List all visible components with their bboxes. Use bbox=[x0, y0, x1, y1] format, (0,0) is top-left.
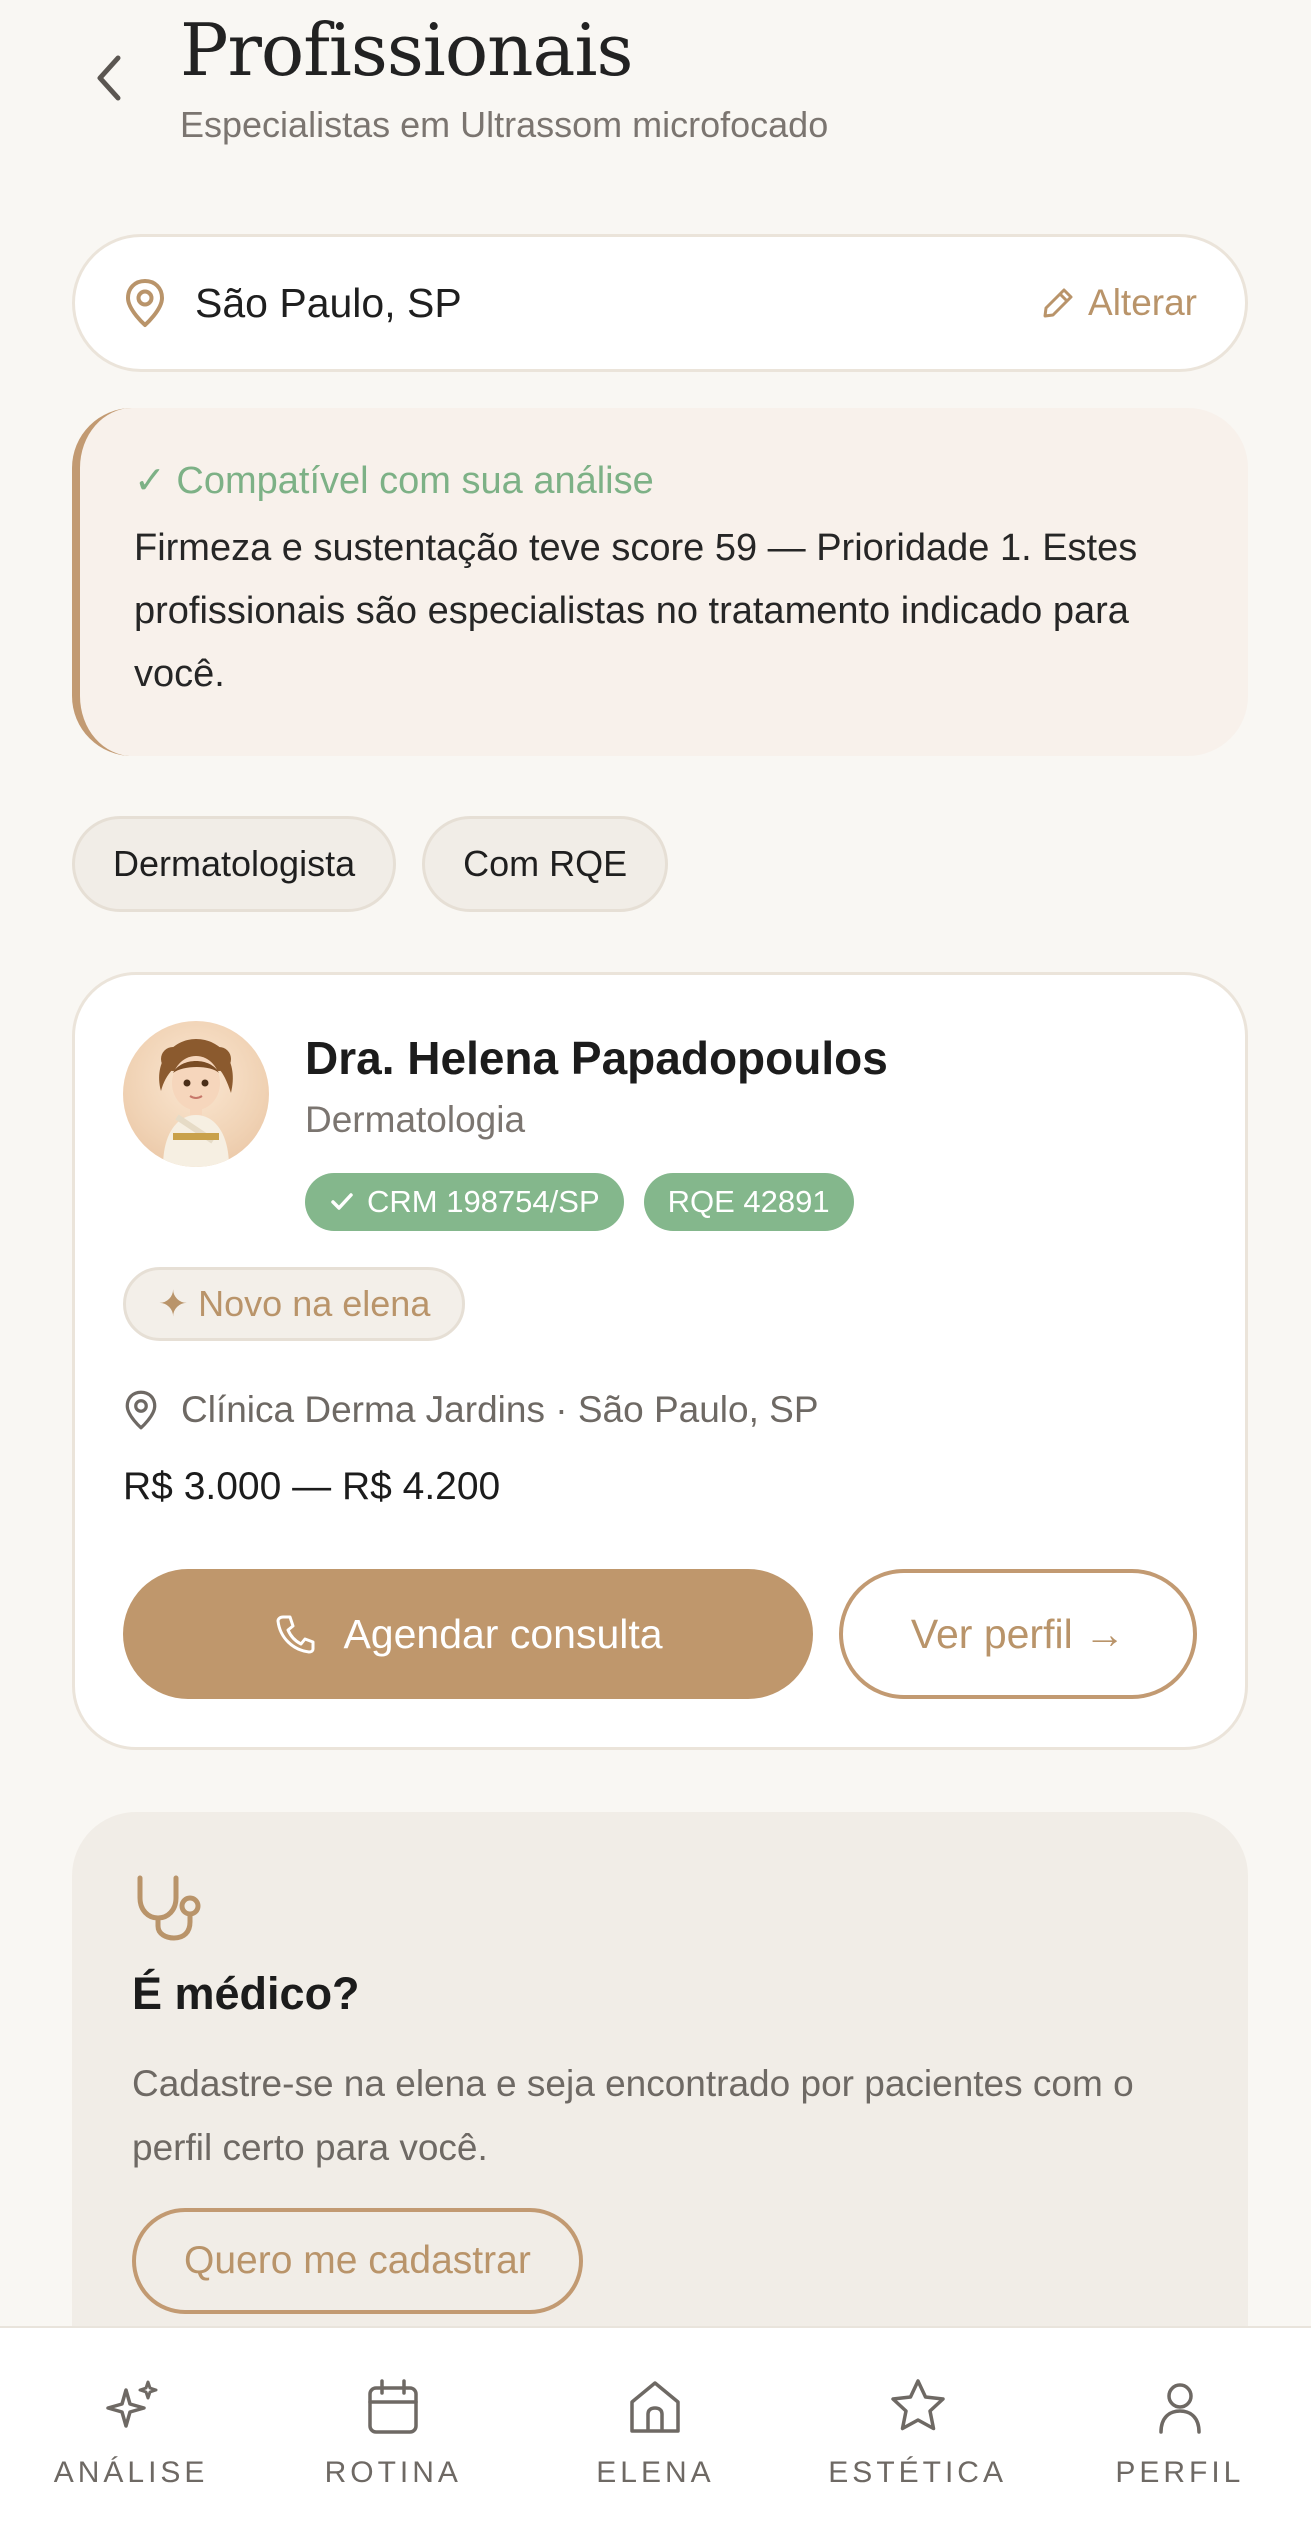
nav-label: ANÁLISE bbox=[53, 2456, 209, 2489]
map-pin-icon bbox=[125, 1390, 157, 1430]
filter-chips: Dermatologista Com RQE bbox=[72, 816, 669, 912]
page-title: Profissionais bbox=[180, 8, 633, 92]
crm-badge: CRM 198754/SP bbox=[305, 1173, 624, 1231]
clinic-label: Clínica Derma Jardins · São Paulo, SP bbox=[181, 1389, 819, 1430]
location-city: São Paulo, SP bbox=[195, 279, 462, 326]
schedule-label: Agendar consulta bbox=[343, 1610, 663, 1657]
doctor-cta-title: É médico? bbox=[132, 1968, 360, 2019]
back-button[interactable] bbox=[82, 46, 138, 110]
schedule-button[interactable]: Agendar consulta bbox=[123, 1569, 813, 1699]
nav-label: ESTÉTICA bbox=[828, 2456, 1007, 2489]
change-location-button[interactable]: Alterar bbox=[1040, 282, 1197, 324]
change-location-label: Alterar bbox=[1088, 282, 1197, 323]
user-icon bbox=[1159, 2383, 1201, 2434]
sparkles-icon bbox=[106, 2380, 158, 2428]
nav-item-rotina[interactable]: ROTINA bbox=[262, 2328, 524, 2490]
professional-card: Dra. Helena Papadopoulos Dermatologia CR… bbox=[72, 972, 1248, 1750]
chip-com-rqe[interactable]: Com RQE bbox=[422, 816, 669, 912]
chip-dermatologista[interactable]: Dermatologista bbox=[72, 816, 397, 912]
star-icon bbox=[890, 2379, 945, 2431]
crm-label: CRM 198754/SP bbox=[367, 1184, 600, 1219]
doctor-cta-text: Cadastre-se na elena e seja encontrado p… bbox=[132, 2063, 1134, 2168]
professionals-screen: Profissionais Especialistas em Ultrassom… bbox=[0, 0, 1311, 2537]
nav-label: PERFIL bbox=[1115, 2456, 1245, 2489]
calendar-icon bbox=[368, 2379, 419, 2434]
home-icon bbox=[630, 2381, 681, 2433]
clinic-location: Clínica Derma Jardins · São Paulo, SP bbox=[123, 1389, 819, 1431]
map-pin-icon bbox=[126, 279, 164, 327]
pencil-icon bbox=[1043, 288, 1073, 318]
compatibility-card: ✓ Compatível com sua análise Firmeza e s… bbox=[72, 408, 1248, 756]
nav-item-estetica[interactable]: ESTÉTICA bbox=[787, 2328, 1049, 2490]
professional-specialty: Dermatologia bbox=[305, 1099, 526, 1140]
bottom-nav: ANÁLISE ROTINA ELENA ESTÉTICA PERFIL bbox=[0, 2326, 1311, 2537]
chevron-left-icon bbox=[97, 55, 121, 101]
new-on-elena-tag: ✦ Novo na elena bbox=[123, 1267, 466, 1341]
nav-item-elena[interactable]: ELENA bbox=[524, 2328, 786, 2490]
avatar bbox=[123, 1021, 269, 1167]
rqe-badge: RQE 42891 bbox=[643, 1173, 854, 1231]
professional-name: Dra. Helena Papadopoulos bbox=[305, 1032, 888, 1084]
nav-item-perfil[interactable]: PERFIL bbox=[1049, 2328, 1311, 2490]
stethoscope-icon bbox=[137, 1875, 201, 1941]
credential-badges: CRM 198754/SP RQE 42891 bbox=[305, 1173, 854, 1231]
nav-label: ROTINA bbox=[324, 2456, 462, 2489]
view-profile-button[interactable]: Ver perfil → bbox=[839, 1569, 1197, 1699]
check-icon bbox=[331, 1193, 353, 1210]
phone-icon bbox=[276, 1615, 315, 1654]
nav-item-analise[interactable]: ANÁLISE bbox=[0, 2328, 262, 2490]
compatibility-heading: ✓ Compatível com sua análise bbox=[134, 460, 654, 502]
nav-label: ELENA bbox=[596, 2456, 715, 2489]
price-range: R$ 3.000 — R$ 4.200 bbox=[123, 1465, 501, 1508]
register-button[interactable]: Quero me cadastrar bbox=[132, 2208, 583, 2314]
page-subtitle: Especialistas em Ultrassom microfocado bbox=[180, 104, 829, 145]
location-bar: São Paulo, SP Alterar bbox=[72, 234, 1248, 372]
compatibility-text: Firmeza e sustentação teve score 59 — Pr… bbox=[134, 527, 1138, 695]
